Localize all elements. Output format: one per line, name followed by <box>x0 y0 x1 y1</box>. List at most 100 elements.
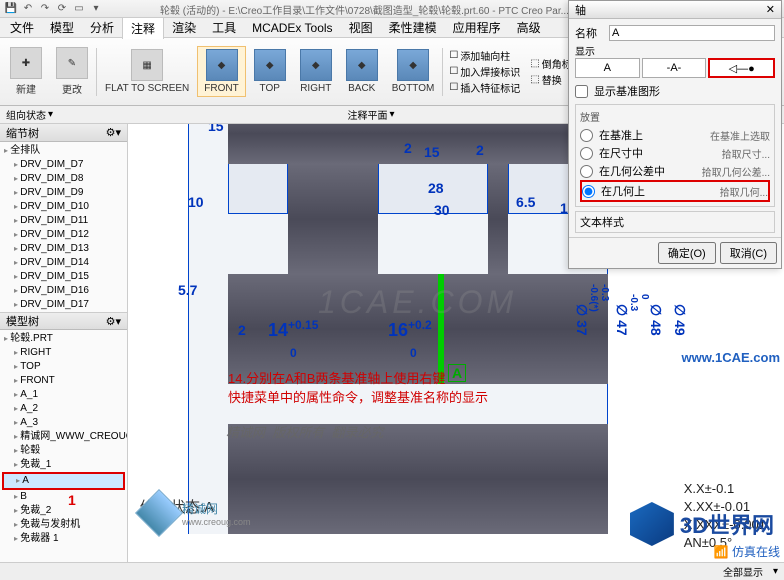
text-style[interactable]: 文本样式 <box>575 211 775 233</box>
radio-on-datum[interactable] <box>580 129 593 142</box>
status-display[interactable]: 全部显示 <box>723 564 763 579</box>
overlay-tagline: 📶 仿真在线 <box>714 543 780 560</box>
menu-app[interactable]: 应用程序 <box>445 17 509 38</box>
redo-icon[interactable]: ↷ <box>38 2 52 16</box>
close-icon[interactable]: ✕ <box>766 3 775 16</box>
mode-Aflag[interactable]: -A- <box>642 58 707 78</box>
cancel-button[interactable]: 取消(C) <box>720 242 777 264</box>
dim-16[interactable]: 16+0.20 <box>388 318 432 362</box>
tree-item[interactable]: FRONT <box>2 374 125 388</box>
dim-2[interactable]: 2 <box>404 140 412 156</box>
tree-item[interactable]: TOP <box>2 360 125 374</box>
tree-header-1[interactable]: 缩节树⚙▾ <box>0 124 127 142</box>
dim-phi37-tol: -0.3 -0.6(*) <box>588 284 610 312</box>
dim-14[interactable]: 14+0.150 <box>268 318 318 362</box>
tree-dim[interactable]: DRV_DIM_D8 <box>2 172 125 186</box>
brand-logo-icon <box>135 489 183 537</box>
ribbon-flat[interactable]: ▦FLAT TO SCREEN <box>99 47 195 96</box>
tree-dim[interactable]: DRV_DIM_D15 <box>2 270 125 284</box>
ribbon-bottom[interactable]: ◆BOTTOM <box>386 47 441 96</box>
chk-baseshape-label: 显示基准图形 <box>594 83 660 99</box>
radio-in-dim[interactable] <box>580 147 593 160</box>
status-bar: 全部显示 ▾ <box>0 562 784 580</box>
ribbon-change[interactable]: ✎更改 <box>50 45 94 98</box>
tree-item[interactable]: A_3 <box>2 416 125 430</box>
dim-10[interactable]: 10 <box>188 194 204 210</box>
ribbon-right[interactable]: ◆RIGHT <box>294 47 338 96</box>
radio-on-geom[interactable] <box>582 185 595 198</box>
tree-item[interactable]: 轮毂 <box>2 444 125 458</box>
dim-phi47-tol: 0 -0.3 <box>628 294 650 311</box>
tree-dim[interactable]: DRV_DIM_D11 <box>2 214 125 228</box>
tree-dim[interactable]: DRV_DIM_D12 <box>2 228 125 242</box>
brand-creoug: 精诚网www.creoug.com <box>142 496 251 530</box>
tree-item[interactable]: A_2 <box>2 402 125 416</box>
dd-icon[interactable]: ▾ <box>89 2 103 16</box>
subbar-label-mid: 注释平面 <box>347 107 387 122</box>
menu-mcadex[interactable]: MCADEx Tools <box>244 19 340 37</box>
instruction-text: 14.分别在A和B两条基准轴上使用右键 快捷菜单中的属性命令，调整基准名称的显示 <box>228 368 488 406</box>
axis-dialog[interactable]: 轴✕ 名称 显示 A -A- ◁—● 显示基准图形 放置 在基准上在基准上选取 … <box>568 0 782 269</box>
close-win-icon[interactable]: ▭ <box>72 2 86 16</box>
dim-phi48[interactable]: ∅ 48 <box>648 304 664 336</box>
watermark: 1CAE.COM <box>318 284 517 321</box>
tree-item[interactable]: A_1 <box>2 388 125 402</box>
ribbon-insert-options[interactable]: ☐ 添加轴向柱 ☐ 加入焊接标识 ☐ 插入特征标记 <box>445 46 524 97</box>
undo-icon[interactable]: ↶ <box>21 2 35 16</box>
tree-item[interactable]: 免裁器 1 <box>2 532 125 546</box>
tree-item[interactable]: 精诚网_WWW_CREOUG_COM... <box>2 430 125 444</box>
dim-15[interactable]: 15 <box>208 124 224 134</box>
regen-icon[interactable]: ⟳ <box>55 2 69 16</box>
menu-tools[interactable]: 工具 <box>204 17 244 38</box>
model-tree-panel: 缩节树⚙▾ 全排队 DRV_DIM_D7 DRV_DIM_D8 DRV_DIM_… <box>0 124 128 562</box>
save-icon[interactable]: 💾 <box>4 2 18 16</box>
tree-dim[interactable]: DRV_DIM_D16 <box>2 284 125 298</box>
tree-item[interactable]: 免裁_2 <box>2 504 125 518</box>
overlay-brand: 3D世界网 <box>630 502 774 546</box>
tree-dim[interactable]: DRV_DIM_D17 <box>2 298 125 312</box>
tree-dim[interactable]: DRV_DIM_D14 <box>2 256 125 270</box>
ribbon-back[interactable]: ◆BACK <box>340 47 384 96</box>
mode-A[interactable]: A <box>575 58 640 78</box>
chk-baseshape[interactable] <box>575 85 588 98</box>
radio-in-gtol[interactable] <box>580 165 593 178</box>
tree-item[interactable]: 免裁与发射机 <box>2 518 125 532</box>
tree-dim[interactable]: DRV_DIM_D10 <box>2 200 125 214</box>
tree-item[interactable]: RIGHT <box>2 346 125 360</box>
dim-5-7[interactable]: 5.7 <box>178 282 197 298</box>
tree-item-B[interactable]: B <box>2 490 125 504</box>
dim-15b[interactable]: 15 <box>424 144 440 160</box>
menu-analysis[interactable]: 分析 <box>82 17 122 38</box>
ribbon-front[interactable]: ◆FRONT <box>197 46 245 97</box>
tree-dim[interactable]: DRV_DIM_D7 <box>2 158 125 172</box>
dim-30[interactable]: 30 <box>434 202 450 218</box>
tree-item[interactable]: 免裁_1 <box>2 458 125 472</box>
ribbon-new[interactable]: ✚新建 <box>4 45 48 98</box>
placement-group: 放置 在基准上在基准上选取 在尺寸中拾取尺寸... 在几何公差中拾取几何公差..… <box>575 104 775 207</box>
dim-6-5[interactable]: 6.5 <box>516 194 535 210</box>
menu-model[interactable]: 模型 <box>42 17 82 38</box>
name-input[interactable] <box>609 25 775 41</box>
menu-annotate[interactable]: 注释 <box>122 17 164 39</box>
mode-arrow[interactable]: ◁—● <box>708 58 775 78</box>
menu-view[interactable]: 视图 <box>341 17 381 38</box>
menu-file[interactable]: 文件 <box>2 17 42 38</box>
menu-render[interactable]: 渲染 <box>164 17 204 38</box>
menu-adv[interactable]: 高级 <box>509 17 549 38</box>
display-label: 显示 <box>575 43 775 58</box>
dim-28[interactable]: 28 <box>428 180 444 196</box>
dialog-title: 轴✕ <box>569 1 781 19</box>
ok-button[interactable]: 确定(O) <box>658 242 716 264</box>
menu-flex[interactable]: 柔性建模 <box>381 17 445 38</box>
tree-header-2[interactable]: 模型树⚙▾ <box>0 312 127 330</box>
name-label: 名称 <box>575 25 605 41</box>
dim-2c[interactable]: 2 <box>238 322 246 338</box>
dim-phi49[interactable]: ∅ 49 <box>672 304 688 336</box>
dim-2b[interactable]: 2 <box>476 142 484 158</box>
tree-root[interactable]: 全排队 <box>2 144 125 158</box>
tree-dim[interactable]: DRV_DIM_D13 <box>2 242 125 256</box>
model-root[interactable]: 轮毂.PRT <box>2 332 125 346</box>
tree-dim[interactable]: DRV_DIM_D9 <box>2 186 125 200</box>
tree-item-A[interactable]: A <box>2 472 125 490</box>
ribbon-top[interactable]: ◆TOP <box>248 47 292 96</box>
